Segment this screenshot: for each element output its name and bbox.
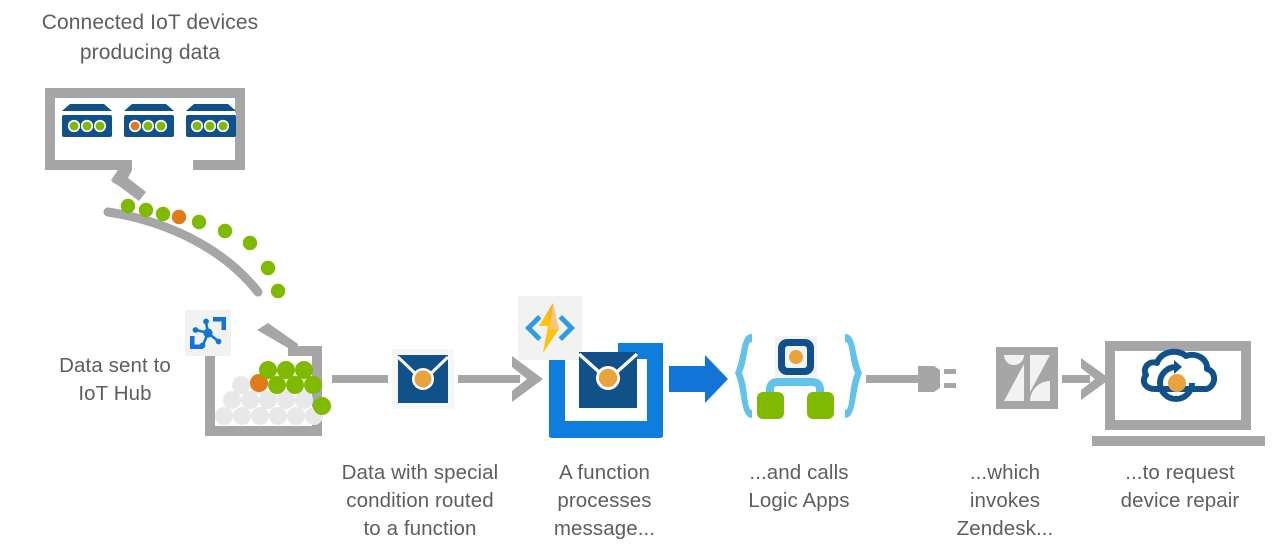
message-envelope-icon: [392, 349, 454, 409]
caption-logic-apps: ...and calls Logic Apps: [748, 461, 850, 512]
iot-device-1: [62, 104, 112, 137]
message-envelope-in-function-icon: [577, 352, 639, 408]
collected-data-balls: [215, 361, 331, 425]
caption-device-repair: ...to request device repair: [1120, 461, 1240, 512]
bin-inlet-chute: [205, 323, 322, 436]
conveyor-data-balls: [120, 198, 286, 299]
iot-device-3: [186, 104, 236, 137]
iot-device-2: [124, 104, 174, 137]
devices-enclosure: [45, 88, 245, 201]
edge-zendesk-to-laptop: [1062, 358, 1110, 400]
caption-zendesk: ...which invokes Zendesk...: [956, 461, 1054, 540]
caption-connected-devices: Connected IoT devices producing data: [41, 11, 259, 64]
edge-bin-to-message: [332, 375, 388, 383]
edge-logic-apps-to-zendesk: [866, 366, 956, 392]
diagram-canvas: Connected IoT devices producing data Dat…: [0, 0, 1273, 554]
iot-hub-icon: [185, 310, 231, 356]
azure-function-frame: [549, 342, 663, 438]
caption-iot-hub: Data sent to IoT Hub: [59, 354, 171, 405]
data-conveyor-chute: [103, 207, 263, 297]
caption-function-processing: A function processes message...: [553, 461, 656, 540]
logic-apps-icon: [735, 334, 862, 419]
edge-message-to-function: [458, 356, 543, 402]
repair-request-laptop: [1092, 341, 1265, 446]
cloud-refresh-icon: [1140, 348, 1218, 402]
zendesk-icon: [996, 347, 1058, 409]
azure-functions-icon: [518, 296, 582, 360]
caption-function-routing: Data with special condition routed to a …: [341, 461, 499, 540]
edge-function-to-logic-apps: [669, 355, 728, 403]
